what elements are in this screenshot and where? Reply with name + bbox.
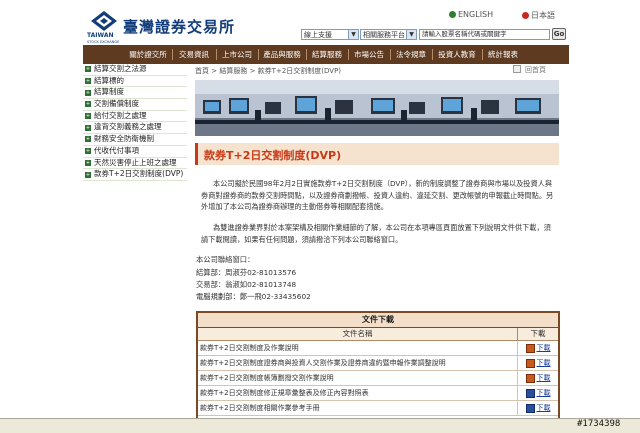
chevron-down-icon: ▼ [406, 30, 416, 39]
main-nav: 關於證交所 交易資訊 上市公司 產品與服務 結算服務 市場公告 法令規章 投資人… [83, 45, 569, 64]
nav-clearing-services[interactable]: 結算服務 [307, 45, 347, 64]
pdf-file-icon [525, 358, 535, 368]
nav-trading-info[interactable]: 交易資訊 [173, 45, 215, 64]
download-table: 文件下載 文件名稱 下載 款券T+2日交割制度及作業說明 下載 款券T+2日交割… [196, 311, 560, 432]
plus-icon: + [85, 113, 91, 120]
page-title-bar: 款券T+2日交割制度(DVP) [195, 143, 559, 165]
sidebar-item-dvp[interactable]: + 款券T+2日交割制度(DVP) [83, 169, 187, 181]
nav-listed-companies[interactable]: 上市公司 [217, 45, 257, 64]
search-go-button[interactable]: Go [552, 28, 566, 40]
nav-about[interactable]: 關於證交所 [125, 45, 171, 64]
pdf-file-icon [525, 343, 535, 353]
download-link[interactable]: 下載 [518, 371, 558, 385]
nav-market-notices[interactable]: 市場公告 [349, 45, 389, 64]
page-gutter-right [569, 0, 640, 432]
breadcrumb-home[interactable]: 首頁 [195, 67, 209, 75]
table-row: 款券T+2日交割制度及作業說明 下載 [198, 341, 558, 356]
search-input[interactable]: 請輸入股票名稱代碼或關鍵字 [419, 29, 550, 40]
twse-logo-icon[interactable] [90, 10, 118, 32]
sidebar-item[interactable]: + 天然災害停止上班之處理 [83, 158, 187, 170]
contact-heading: 本公司聯絡窗口： [196, 255, 255, 264]
download-link[interactable]: 下載 [518, 356, 558, 370]
table-row: 款券T+2日交割制度帳簿劃撥交割作業說明 下載 [198, 371, 558, 386]
download-link[interactable]: 下載 [518, 341, 558, 355]
plus-icon: + [85, 101, 91, 108]
trading-floor-banner [195, 80, 559, 136]
sidebar-item[interactable]: + 代收代付事項 [83, 146, 187, 158]
nav-statistics[interactable]: 統計報表 [483, 45, 523, 64]
nav-regulations[interactable]: 法令規章 [391, 45, 431, 64]
chevron-down-icon: ▼ [348, 30, 358, 39]
intro-paragraph: 本公司擬於民國98年2月2日實施款券T+2日交割制度（DVP），新的制度調整了證… [201, 179, 554, 211]
plus-icon: + [85, 124, 91, 131]
contact-line: 結算部：周淑芬02-81013576 [196, 268, 297, 277]
page-actions: 列印 回首頁 [513, 65, 546, 75]
globe-icon [449, 11, 456, 18]
page-gutter-left [0, 0, 83, 432]
table-row: 款券T+2日交割制度相關作業參考手冊 下載 [198, 401, 558, 416]
image-id-watermark: #1734398 [577, 419, 621, 429]
plus-icon: + [85, 78, 91, 85]
online-support-select[interactable]: 線上支援 ▼ [301, 29, 359, 40]
globe-icon [522, 12, 529, 19]
plus-icon: + [85, 171, 91, 178]
lang-english-link[interactable]: ENGLISH [449, 10, 493, 19]
plus-icon: + [85, 89, 91, 96]
table-row: 款券T+2日交割制度證券商與投資人交割作業及證券商違約暨申報作業調整說明 下載 [198, 356, 558, 371]
plus-icon: + [85, 148, 91, 155]
plus-icon: + [85, 159, 91, 166]
plus-icon: + [85, 136, 91, 143]
breadcrumb-section[interactable]: 結算服務 [219, 67, 247, 75]
breadcrumb-current: 款券T+2日交割制度(DVP) [257, 67, 342, 75]
lang-japanese-link[interactable]: 日本語 [522, 10, 555, 21]
logo-english-text: TAIWAN STOCK EXCHANGE [87, 32, 120, 44]
contact-line: 交易部：翁淑如02-81013748 [196, 280, 297, 289]
word-file-icon [525, 388, 535, 398]
word-file-icon [525, 403, 535, 413]
sidebar-item[interactable]: + 違背交割義務之處理 [83, 122, 187, 135]
download-paragraph: 為雙進證券業界對於本案架構及相關作業細節的了解，本公司在本項專區頁面放置下列說明… [201, 223, 551, 244]
site-title[interactable]: 臺灣證券交易所 [123, 16, 235, 37]
page-title: 款券T+2日交割制度(DVP) [204, 149, 342, 162]
table-row: 款券T+2日交割制度修正規章彙整表及修正內容對照表 下載 [198, 386, 558, 401]
sidebar-item[interactable]: + 結算標的 [83, 76, 187, 88]
nav-products-services[interactable]: 產品與服務 [259, 45, 305, 64]
print-icon[interactable] [513, 65, 521, 73]
sidebar-item[interactable]: + 給付交割之處理 [83, 111, 187, 123]
download-table-caption: 文件下載 [198, 313, 558, 328]
sidebar-item[interactable]: + 結算交割之法源 [83, 64, 187, 76]
sidebar-item[interactable]: + 結算制度 [83, 87, 187, 100]
sidebar-menu: + 結算交割之法源 + 結算標的 + 結算制度 + 交割備償制度 + 給付交割之處理 + 違… [83, 64, 187, 181]
pdf-file-icon [525, 373, 535, 383]
download-table-header: 文件名稱 下載 [198, 328, 558, 341]
sidebar-item[interactable]: + 財務安全防衛機制 [83, 134, 187, 146]
service-platform-select[interactable]: 相關服務平台 ▼ [360, 29, 417, 40]
browser-status-bar [0, 418, 640, 433]
nav-investor-education[interactable]: 投資人教育 [433, 45, 481, 64]
home-link[interactable]: 回首頁 [525, 65, 546, 75]
breadcrumb: 首頁 > 結算服務 > 款券T+2日交割制度(DVP) [195, 67, 342, 75]
page: TAIWAN STOCK EXCHANGE 臺灣證券交易所 ENGLISH 日本… [83, 0, 569, 432]
plus-icon: + [85, 66, 91, 73]
contact-line: 電腦規劃部：鄭一飛02-33435602 [196, 292, 311, 301]
download-link[interactable]: 下載 [518, 401, 558, 415]
sidebar-item[interactable]: + 交割備償制度 [83, 99, 187, 111]
download-link[interactable]: 下載 [518, 386, 558, 400]
